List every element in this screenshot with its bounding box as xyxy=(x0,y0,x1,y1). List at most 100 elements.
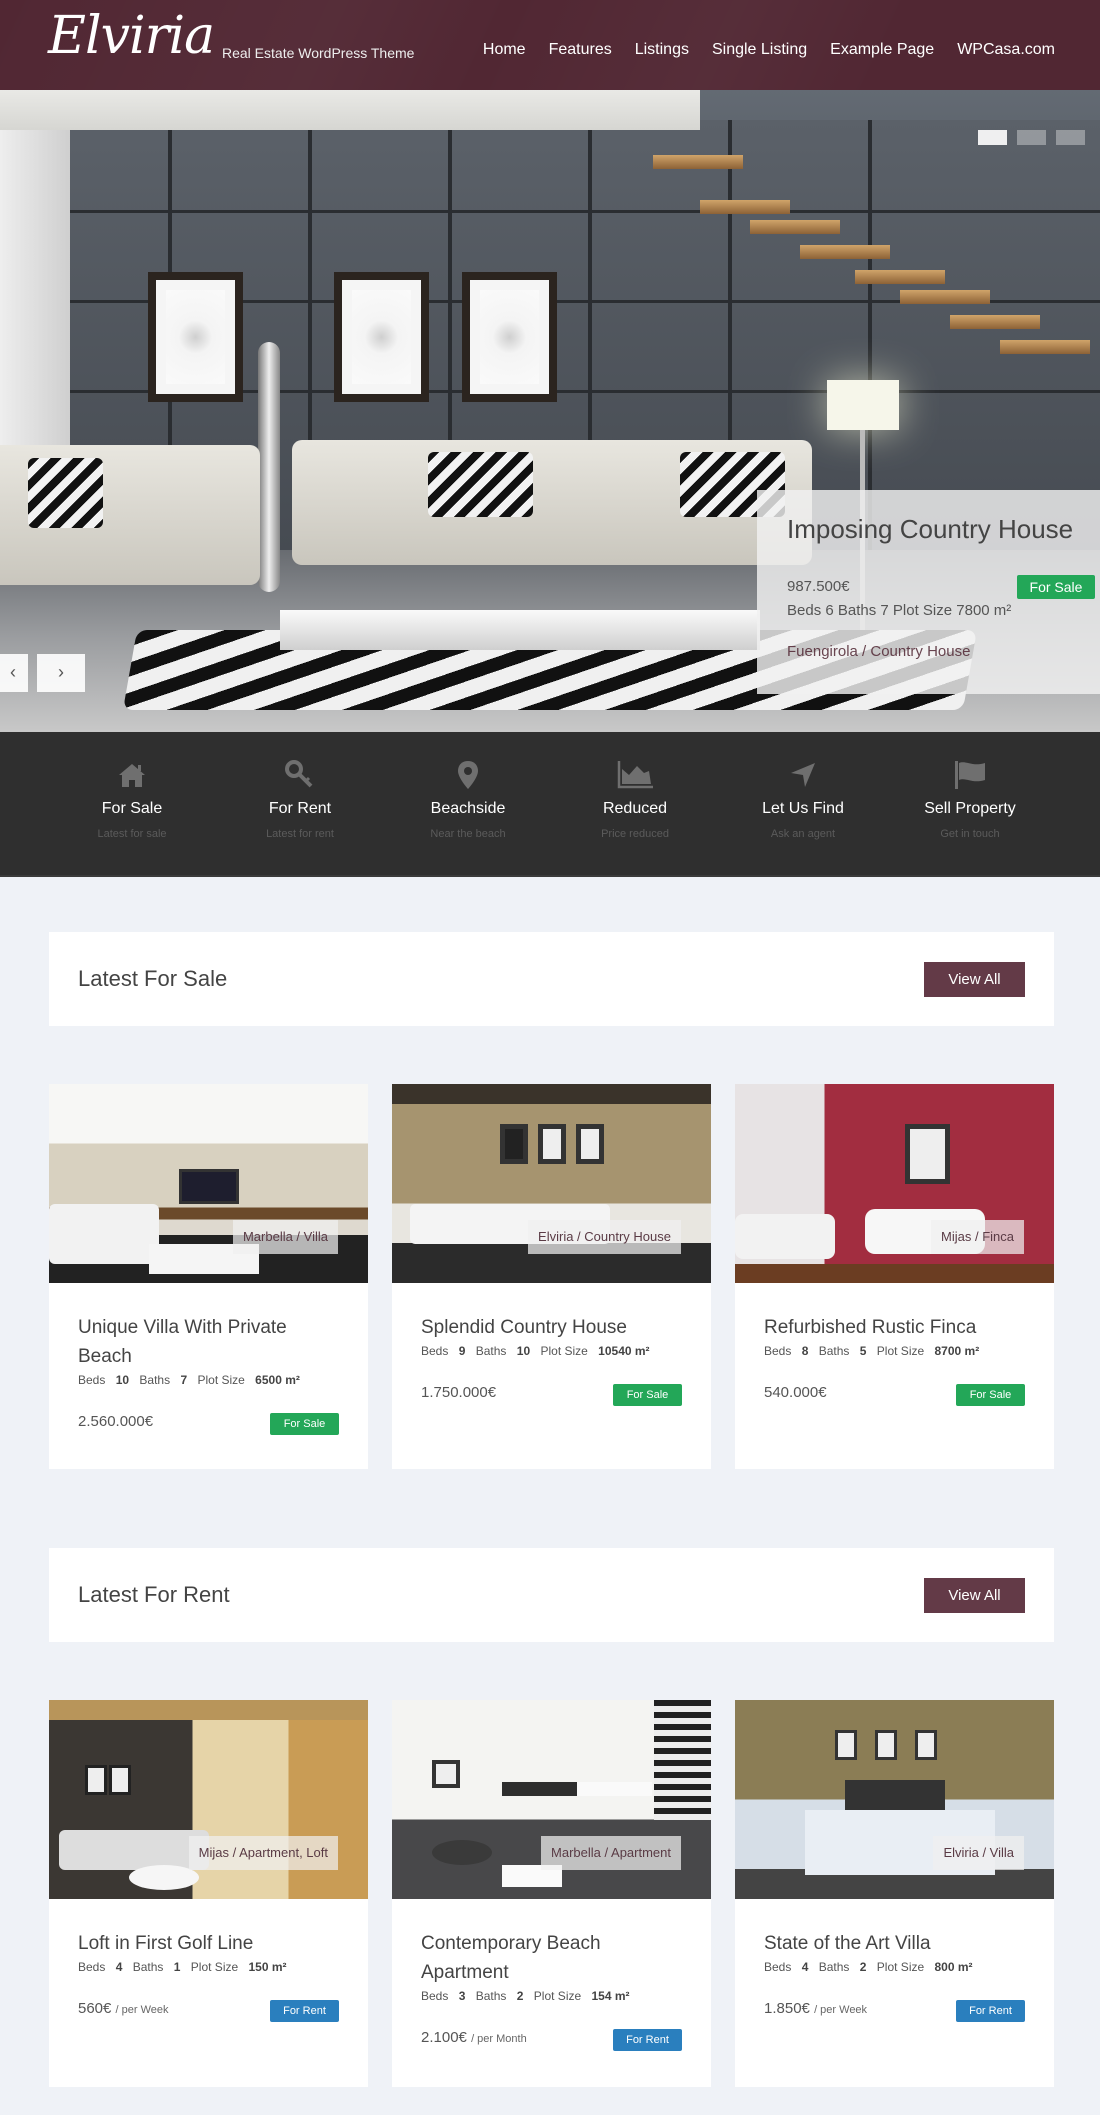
latest-for-sale-header: Latest For Sale View All xyxy=(49,932,1054,1026)
listing-location-tag[interactable]: Elviria / Villa xyxy=(933,1836,1024,1870)
plot-value: 150 m² xyxy=(248,1960,287,1974)
hero-image-pillow xyxy=(28,458,103,528)
listing-card[interactable]: Elviria / Villa State of the Art Villa B… xyxy=(735,1700,1054,2087)
listing-price: 2.560.000€ xyxy=(78,1413,153,1430)
listing-specs: Beds 3 Baths 2 Plot Size 154 m² xyxy=(421,1989,682,2003)
listing-title[interactable]: Splendid Country House xyxy=(421,1313,682,1342)
chevron-left-icon: ‹ xyxy=(10,662,16,682)
listing-title[interactable]: Refurbished Rustic Finca xyxy=(764,1313,1025,1342)
listing-location-tag[interactable]: Marbella / Villa xyxy=(232,1220,338,1254)
view-all-rent-button[interactable]: View All xyxy=(924,1578,1025,1613)
slide-price: 987.500€ xyxy=(787,578,850,595)
nav-home[interactable]: Home xyxy=(483,41,526,59)
listing-image[interactable]: Marbella / Apartment xyxy=(392,1700,711,1899)
listing-location-tag[interactable]: Elviria / Country House xyxy=(528,1220,681,1254)
feature-beachside[interactable]: Beachside Near the beach xyxy=(384,758,552,840)
listing-specs: Beds 4 Baths 2 Plot Size 800 m² xyxy=(764,1960,1025,1974)
area-chart-icon xyxy=(551,758,719,792)
listing-card[interactable]: Mijas / Finca Refurbished Rustic Finca B… xyxy=(735,1084,1054,1469)
hero-image-ceiling xyxy=(0,90,700,130)
price-value: 1.850€ xyxy=(764,2000,810,2017)
price-value: 2.100€ xyxy=(421,2029,467,2046)
plot-label: Plot Size xyxy=(197,1373,245,1387)
hero-image-frame xyxy=(148,272,243,402)
feature-subtitle: Price reduced xyxy=(601,828,669,840)
plot-value: 154 m² xyxy=(591,1989,630,2003)
slide-title[interactable]: Imposing Country House xyxy=(787,514,1100,545)
slide-specs: Beds 6 Baths 7 Plot Size 7800 m² xyxy=(787,602,1012,619)
listing-title[interactable]: Contemporary Beach Apartment xyxy=(421,1929,682,1987)
feature-sell-property[interactable]: Sell Property Get in touch xyxy=(886,758,1054,840)
baths-value: 5 xyxy=(859,1344,867,1358)
listing-image[interactable]: Mijas / Apartment, Loft xyxy=(49,1700,368,1899)
status-badge: For Rent xyxy=(613,2029,682,2051)
listing-title[interactable]: Loft in First Golf Line xyxy=(78,1929,339,1958)
listing-card[interactable]: Marbella / Villa Unique Villa With Priva… xyxy=(49,1084,368,1469)
home-icon xyxy=(48,758,216,792)
listing-title[interactable]: Unique Villa With Private Beach xyxy=(78,1313,339,1371)
baths-label: Baths xyxy=(475,1989,507,2003)
listing-price: 560€ / per Week xyxy=(78,2000,169,2017)
nav-example-page[interactable]: Example Page xyxy=(830,41,934,59)
listing-image[interactable]: Elviria / Country House xyxy=(392,1084,711,1283)
beds-value: 3 xyxy=(458,1989,466,2003)
listing-image[interactable]: Elviria / Villa xyxy=(735,1700,1054,1899)
hero-image-frame xyxy=(334,272,429,402)
slide-caption[interactable]: Imposing Country House 987.500€ For Sale… xyxy=(757,490,1100,694)
hero-image-vase xyxy=(258,342,280,592)
plot-label: Plot Size xyxy=(533,1989,582,2003)
listing-location-tag[interactable]: Marbella / Apartment xyxy=(541,1836,681,1870)
listing-card[interactable]: Mijas / Apartment, Loft Loft in First Go… xyxy=(49,1700,368,2087)
listing-image[interactable]: Marbella / Villa xyxy=(49,1084,368,1283)
section-title: Latest For Sale xyxy=(78,966,228,991)
status-badge: For Rent xyxy=(270,2000,339,2022)
beds-label: Beds xyxy=(421,1989,449,2003)
section-title: Latest For Rent xyxy=(78,1582,230,1607)
hero-slider: Imposing Country House 987.500€ For Sale… xyxy=(0,90,1100,732)
listing-card[interactable]: Marbella / Apartment Contemporary Beach … xyxy=(392,1700,711,2087)
key-icon xyxy=(216,758,384,792)
price-period: / per Week xyxy=(115,2004,169,2016)
feature-reduced[interactable]: Reduced Price reduced xyxy=(551,758,719,840)
nav-wpcasa[interactable]: WPCasa.com xyxy=(957,41,1055,59)
nav-features[interactable]: Features xyxy=(549,41,612,59)
feature-let-us-find[interactable]: Let Us Find Ask an agent xyxy=(719,758,887,840)
chevron-right-icon: › xyxy=(58,662,64,682)
listing-location-tag[interactable]: Mijas / Finca xyxy=(931,1220,1024,1254)
baths-value: 2 xyxy=(859,1960,867,1974)
location-arrow-icon xyxy=(719,758,887,792)
feature-for-rent[interactable]: For Rent Latest for rent xyxy=(216,758,384,840)
plot-label: Plot Size xyxy=(876,1960,925,1974)
listing-title[interactable]: State of the Art Villa xyxy=(764,1929,1025,1958)
listing-image[interactable]: Mijas / Finca xyxy=(735,1084,1054,1283)
listing-location-tag[interactable]: Mijas / Apartment, Loft xyxy=(188,1836,338,1870)
slider-dot-1[interactable] xyxy=(978,130,1007,145)
slider-next-button[interactable]: › xyxy=(37,654,85,692)
slider-dot-2[interactable] xyxy=(1017,130,1046,145)
nav-single-listing[interactable]: Single Listing xyxy=(712,41,807,59)
price-period: / per Month xyxy=(471,2033,527,2045)
baths-value: 2 xyxy=(516,1989,524,2003)
features-bar: For Sale Latest for sale For Rent Latest… xyxy=(0,732,1100,877)
site-tagline: Real Estate WordPress Theme xyxy=(222,45,415,61)
slide-location[interactable]: Fuengirola / Country House xyxy=(787,643,970,660)
price-period: / per Week xyxy=(814,2004,868,2016)
site-header: Elviria Real Estate WordPress Theme Home… xyxy=(0,0,1100,90)
feature-for-sale[interactable]: For Sale Latest for sale xyxy=(48,758,216,840)
feature-title: For Sale xyxy=(101,800,163,817)
site-logo[interactable]: Elviria xyxy=(48,6,215,66)
status-badge: For Sale xyxy=(956,1384,1025,1406)
view-all-sale-button[interactable]: View All xyxy=(924,962,1025,997)
hero-image-lamp xyxy=(827,380,899,430)
beds-value: 8 xyxy=(801,1344,809,1358)
beds-label: Beds xyxy=(764,1960,792,1974)
listing-card[interactable]: Elviria / Country House Splendid Country… xyxy=(392,1084,711,1469)
baths-label: Baths xyxy=(139,1373,171,1387)
slider-prev-button[interactable]: ‹ xyxy=(0,654,28,692)
price-value: 2.560.000€ xyxy=(78,1413,154,1430)
nav-listings[interactable]: Listings xyxy=(635,41,689,59)
slider-dot-3[interactable] xyxy=(1056,130,1085,145)
listing-price: 2.100€ / per Month xyxy=(421,2029,527,2046)
feature-title: Beachside xyxy=(430,800,506,817)
baths-label: Baths xyxy=(132,1960,164,1974)
